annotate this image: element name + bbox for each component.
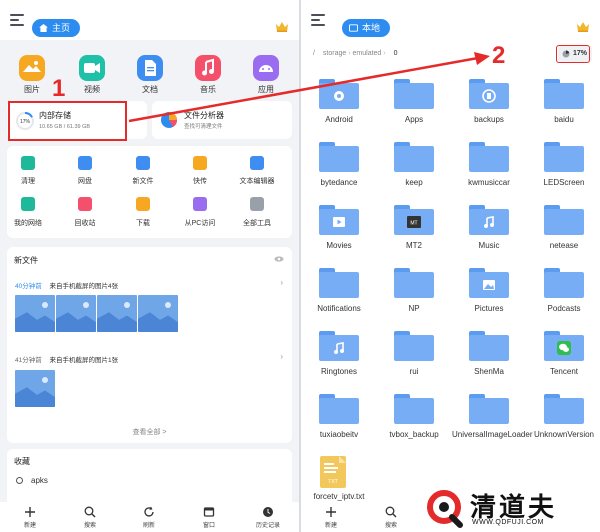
annotation-box-percent xyxy=(556,45,590,63)
watermark-logo xyxy=(427,490,463,528)
watermark-url: WWW.QDFUJI.COM xyxy=(472,519,544,526)
watermark: 清道夫 WWW.QDFUJI.COM xyxy=(427,487,600,532)
annotation-arrow xyxy=(128,52,490,123)
